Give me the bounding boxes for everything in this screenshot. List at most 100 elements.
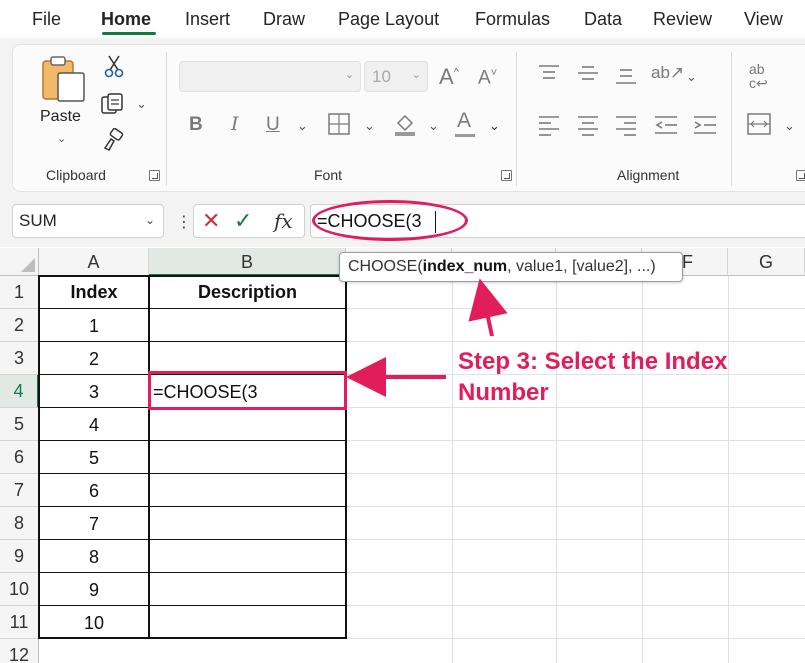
- row-header-12[interactable]: 12: [0, 639, 39, 663]
- grid-line: [39, 638, 805, 639]
- bold-icon[interactable]: B: [189, 115, 203, 134]
- tab-insert[interactable]: Insert: [185, 9, 230, 30]
- font-name-box[interactable]: ⌄: [179, 61, 361, 92]
- clipboard-launcher-icon[interactable]: [149, 170, 160, 181]
- cancel-icon[interactable]: ✕: [202, 208, 220, 234]
- row-header-8[interactable]: 8: [0, 507, 39, 540]
- formula-text: =CHOOSE(3: [317, 211, 422, 231]
- italic-icon[interactable]: I: [231, 115, 239, 134]
- bottom-align-icon[interactable]: [614, 66, 638, 86]
- orientation-dropdown-chevron-icon[interactable]: ⌄: [686, 69, 697, 85]
- text-caret: [435, 211, 436, 233]
- tab-formulas[interactable]: Formulas: [475, 9, 550, 30]
- index-cell[interactable]: 6: [39, 481, 149, 502]
- name-box-dropdown-icon[interactable]: ⌄: [145, 213, 155, 227]
- row-header-3[interactable]: 3: [0, 342, 39, 375]
- decrease-font-size-icon[interactable]: A˅: [478, 68, 497, 88]
- copy-icon[interactable]: [100, 92, 126, 116]
- paste-icon[interactable]: [38, 53, 88, 103]
- row-header-7[interactable]: 7: [0, 474, 39, 507]
- underline-dropdown-chevron-icon[interactable]: ⌄: [297, 118, 308, 134]
- merge-dropdown-chevron-icon[interactable]: ⌄: [784, 118, 795, 134]
- active-tab-indicator: [102, 32, 156, 35]
- fill-color-icon[interactable]: [392, 111, 418, 137]
- wrap-text-icon[interactable]: ab c↩: [749, 62, 768, 90]
- paste-dropdown-chevron-icon[interactable]: ⌄: [57, 132, 66, 145]
- font-launcher-icon[interactable]: [501, 170, 512, 181]
- clipboard-group-label: Clipboard: [46, 167, 106, 183]
- font-group-label: Font: [314, 167, 343, 183]
- index-cell[interactable]: 1: [39, 316, 149, 337]
- middle-align-icon[interactable]: [576, 63, 600, 83]
- index-cell[interactable]: 7: [39, 514, 149, 535]
- row-header-2[interactable]: 2: [0, 309, 39, 342]
- table-divider: [39, 539, 346, 540]
- decrease-indent-icon[interactable]: [653, 114, 679, 136]
- tab-file[interactable]: File: [32, 9, 61, 30]
- table-divider: [39, 440, 346, 441]
- column-header-a[interactable]: A: [39, 248, 149, 276]
- menu-bar: File Home Insert Draw Page Layout Formul…: [0, 0, 805, 38]
- tab-review[interactable]: Review: [653, 9, 712, 30]
- tab-view[interactable]: View: [744, 9, 783, 30]
- index-cell[interactable]: 2: [39, 349, 149, 370]
- name-box-value: SUM: [19, 211, 57, 230]
- underline-icon[interactable]: U: [266, 115, 280, 134]
- index-cell[interactable]: 9: [39, 580, 149, 601]
- row-header-1[interactable]: 1: [0, 276, 39, 309]
- header-index[interactable]: Index: [39, 282, 149, 303]
- increase-font-size-icon[interactable]: A^: [439, 66, 459, 88]
- font-size-dropdown-icon[interactable]: ⌄: [412, 68, 421, 81]
- alignment-launcher-icon[interactable]: [796, 170, 805, 181]
- index-cell[interactable]: 5: [39, 448, 149, 469]
- function-tooltip: CHOOSE(index_num, value1, [value2], ...): [339, 252, 683, 282]
- row-header-9[interactable]: 9: [0, 540, 39, 573]
- tooltip-index-num-arg[interactable]: index_num: [423, 258, 507, 275]
- enter-icon[interactable]: ✓: [234, 208, 252, 234]
- table-divider: [39, 605, 346, 606]
- row-header-6[interactable]: 6: [0, 441, 39, 474]
- formula-input[interactable]: =CHOOSE(3: [310, 204, 805, 238]
- align-center-icon[interactable]: [576, 114, 600, 136]
- copy-dropdown-chevron-icon[interactable]: ⌄: [136, 96, 147, 112]
- increase-indent-icon[interactable]: [692, 114, 718, 136]
- header-description[interactable]: Description: [149, 282, 346, 303]
- row-header-5[interactable]: 5: [0, 408, 39, 441]
- paste-button-label[interactable]: Paste: [40, 108, 81, 126]
- orientation-icon[interactable]: ab↗: [651, 64, 684, 81]
- borders-icon[interactable]: [327, 112, 351, 136]
- tab-draw[interactable]: Draw: [263, 9, 305, 30]
- align-right-icon[interactable]: [614, 114, 638, 136]
- font-size-box[interactable]: 10 ⌄: [364, 61, 428, 92]
- fill-color-dropdown-chevron-icon[interactable]: ⌄: [428, 118, 439, 134]
- index-cell[interactable]: 10: [39, 613, 149, 634]
- group-separator: [166, 52, 167, 186]
- column-header-g[interactable]: G: [728, 248, 805, 276]
- table-divider: [39, 506, 346, 507]
- index-cell[interactable]: 3: [39, 382, 149, 403]
- row-header-10[interactable]: 10: [0, 573, 39, 606]
- font-color-icon[interactable]: A: [457, 110, 471, 131]
- select-all-button[interactable]: [0, 248, 39, 276]
- index-cell[interactable]: 4: [39, 415, 149, 436]
- font-color-dropdown-chevron-icon[interactable]: ⌄: [489, 118, 500, 134]
- format-painter-icon[interactable]: [102, 128, 126, 152]
- row-header-4[interactable]: 4: [0, 375, 39, 408]
- table-divider: [39, 308, 346, 309]
- cut-icon[interactable]: [103, 54, 125, 78]
- index-cell[interactable]: 8: [39, 547, 149, 568]
- font-color-swatch: [455, 134, 475, 137]
- tab-page-layout[interactable]: Page Layout: [338, 9, 439, 30]
- grid-line: [452, 276, 453, 663]
- align-left-icon[interactable]: [537, 114, 561, 136]
- tab-data[interactable]: Data: [584, 9, 622, 30]
- row-header-11[interactable]: 11: [0, 606, 39, 639]
- column-header-b[interactable]: B: [149, 248, 346, 276]
- borders-dropdown-chevron-icon[interactable]: ⌄: [364, 118, 375, 134]
- tab-home[interactable]: Home: [101, 9, 151, 30]
- merge-center-icon[interactable]: [746, 112, 772, 136]
- font-name-dropdown-icon[interactable]: ⌄: [345, 68, 354, 81]
- top-align-icon[interactable]: [537, 63, 561, 83]
- name-box[interactable]: SUM ⌄: [12, 204, 164, 238]
- insert-function-icon[interactable]: fx: [274, 209, 293, 233]
